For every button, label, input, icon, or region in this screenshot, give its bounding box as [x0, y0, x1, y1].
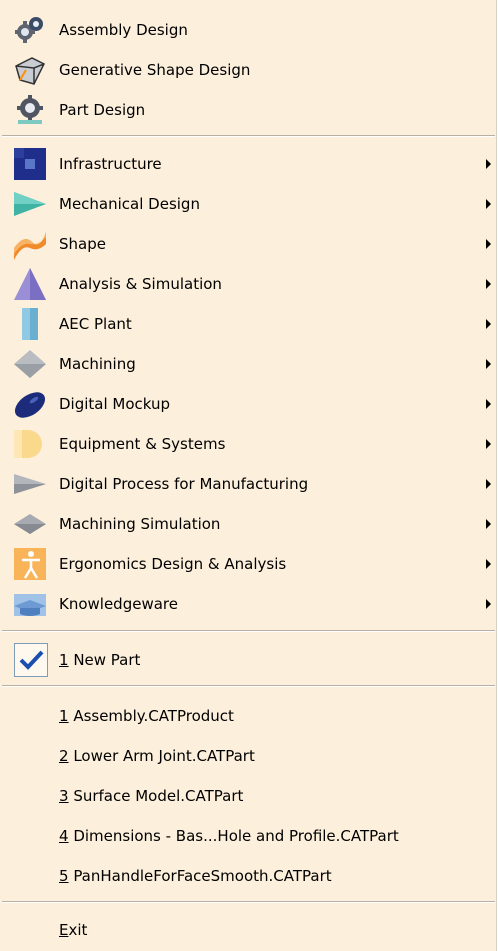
analysis-simulation-icon	[14, 268, 46, 300]
submenu-arrow-icon	[486, 159, 491, 169]
submenu-arrow-icon	[486, 239, 491, 249]
menu-item-digital-process[interactable]: Digital Process for Manufacturing	[0, 464, 497, 504]
menu-item-label: Part Design	[59, 101, 146, 119]
menu-item-infrastructure[interactable]: Infrastructure	[0, 144, 497, 184]
menu-item-recent-file[interactable]: 1 Assembly.CATProduct	[0, 696, 497, 736]
menu-item-label: Mechanical Design	[59, 195, 200, 213]
machining-simulation-icon	[14, 508, 46, 540]
submenu-arrow-icon	[486, 519, 491, 529]
menu-item-generative-shape-design[interactable]: Generative Shape Design	[0, 50, 497, 90]
submenu-arrow-icon	[486, 199, 491, 209]
menu-item-machining[interactable]: Machining	[0, 344, 497, 384]
menu-item-knowledgeware[interactable]: Knowledgeware	[0, 584, 497, 624]
menu-item-aec-plant[interactable]: AEC Plant	[0, 304, 497, 344]
menu-separator	[2, 901, 495, 903]
menu-item-label: Exit	[59, 921, 88, 939]
menu-item-mechanical-design[interactable]: Mechanical Design	[0, 184, 497, 224]
submenu-arrow-icon	[486, 279, 491, 289]
menu-item-label: 1 New Part	[59, 651, 141, 669]
menu-item-label: Ergonomics Design & Analysis	[59, 555, 287, 573]
start-menu: Assembly Design Generative Shape Design	[0, 0, 497, 951]
menu-item-digital-mockup[interactable]: Digital Mockup	[0, 384, 497, 424]
menu-item-assembly-design[interactable]: Assembly Design	[0, 10, 497, 50]
menu-item-equipment-systems[interactable]: Equipment & Systems	[0, 424, 497, 464]
menu-item-label: 2 Lower Arm Joint.CATPart	[59, 747, 255, 765]
infrastructure-icon	[14, 148, 46, 180]
ergonomics-icon	[14, 548, 46, 580]
menu-item-label: Analysis & Simulation	[59, 275, 222, 293]
menu-item-machining-simulation[interactable]: Machining Simulation	[0, 504, 497, 544]
menu-item-label: Machining Simulation	[59, 515, 221, 533]
checkmark-icon	[14, 643, 48, 677]
machining-icon	[14, 348, 46, 380]
menu-item-label: Digital Process for Manufacturing	[59, 475, 309, 493]
menu-item-label: Generative Shape Design	[59, 61, 251, 79]
menu-separator	[2, 630, 495, 632]
assembly-gears-icon	[14, 14, 46, 46]
menu-item-analysis-simulation[interactable]: Analysis & Simulation	[0, 264, 497, 304]
menu-item-label: Equipment & Systems	[59, 435, 226, 453]
menu-item-ergonomics[interactable]: Ergonomics Design & Analysis	[0, 544, 497, 584]
menu-item-label: Machining	[59, 355, 136, 373]
mechanical-design-icon	[14, 188, 46, 220]
menu-item-window-new-part[interactable]: 1 New Part	[0, 640, 497, 680]
menu-item-shape[interactable]: Shape	[0, 224, 497, 264]
submenu-arrow-icon	[486, 399, 491, 409]
digital-mockup-icon	[14, 388, 46, 420]
menu-item-label: 3 Surface Model.CATPart	[59, 787, 244, 805]
menu-item-label: Infrastructure	[59, 155, 162, 173]
menu-item-exit[interactable]: Exit	[0, 910, 497, 950]
menu-item-label: 4 Dimensions - Bas...Hole and Profile.CA…	[59, 827, 399, 845]
aec-plant-icon	[14, 308, 46, 340]
submenu-arrow-icon	[486, 439, 491, 449]
menu-item-recent-file[interactable]: 2 Lower Arm Joint.CATPart	[0, 736, 497, 776]
menu-separator	[2, 685, 495, 687]
menu-item-label: Knowledgeware	[59, 595, 178, 613]
knowledgeware-icon	[14, 588, 46, 620]
menu-item-label: Assembly Design	[59, 21, 188, 39]
menu-item-recent-file[interactable]: 3 Surface Model.CATPart	[0, 776, 497, 816]
menu-item-label: AEC Plant	[59, 315, 132, 333]
menu-item-label: Shape	[59, 235, 106, 253]
submenu-arrow-icon	[486, 559, 491, 569]
submenu-arrow-icon	[486, 359, 491, 369]
menu-item-label: Digital Mockup	[59, 395, 171, 413]
part-gear-icon	[14, 94, 46, 126]
menu-item-recent-file[interactable]: 5 PanHandleForFaceSmooth.CATPart	[0, 856, 497, 896]
equipment-systems-icon	[14, 428, 46, 460]
digital-process-icon	[14, 468, 46, 500]
menu-item-part-design[interactable]: Part Design	[0, 90, 497, 130]
shape-icon	[14, 228, 46, 260]
menu-item-label: 5 PanHandleForFaceSmooth.CATPart	[59, 867, 332, 885]
submenu-arrow-icon	[486, 319, 491, 329]
menu-item-recent-file[interactable]: 4 Dimensions - Bas...Hole and Profile.CA…	[0, 816, 497, 856]
menu-item-label: 1 Assembly.CATProduct	[59, 707, 234, 725]
submenu-arrow-icon	[486, 479, 491, 489]
submenu-arrow-icon	[486, 599, 491, 609]
menu-separator	[2, 135, 495, 137]
shape-design-icon	[14, 54, 46, 86]
